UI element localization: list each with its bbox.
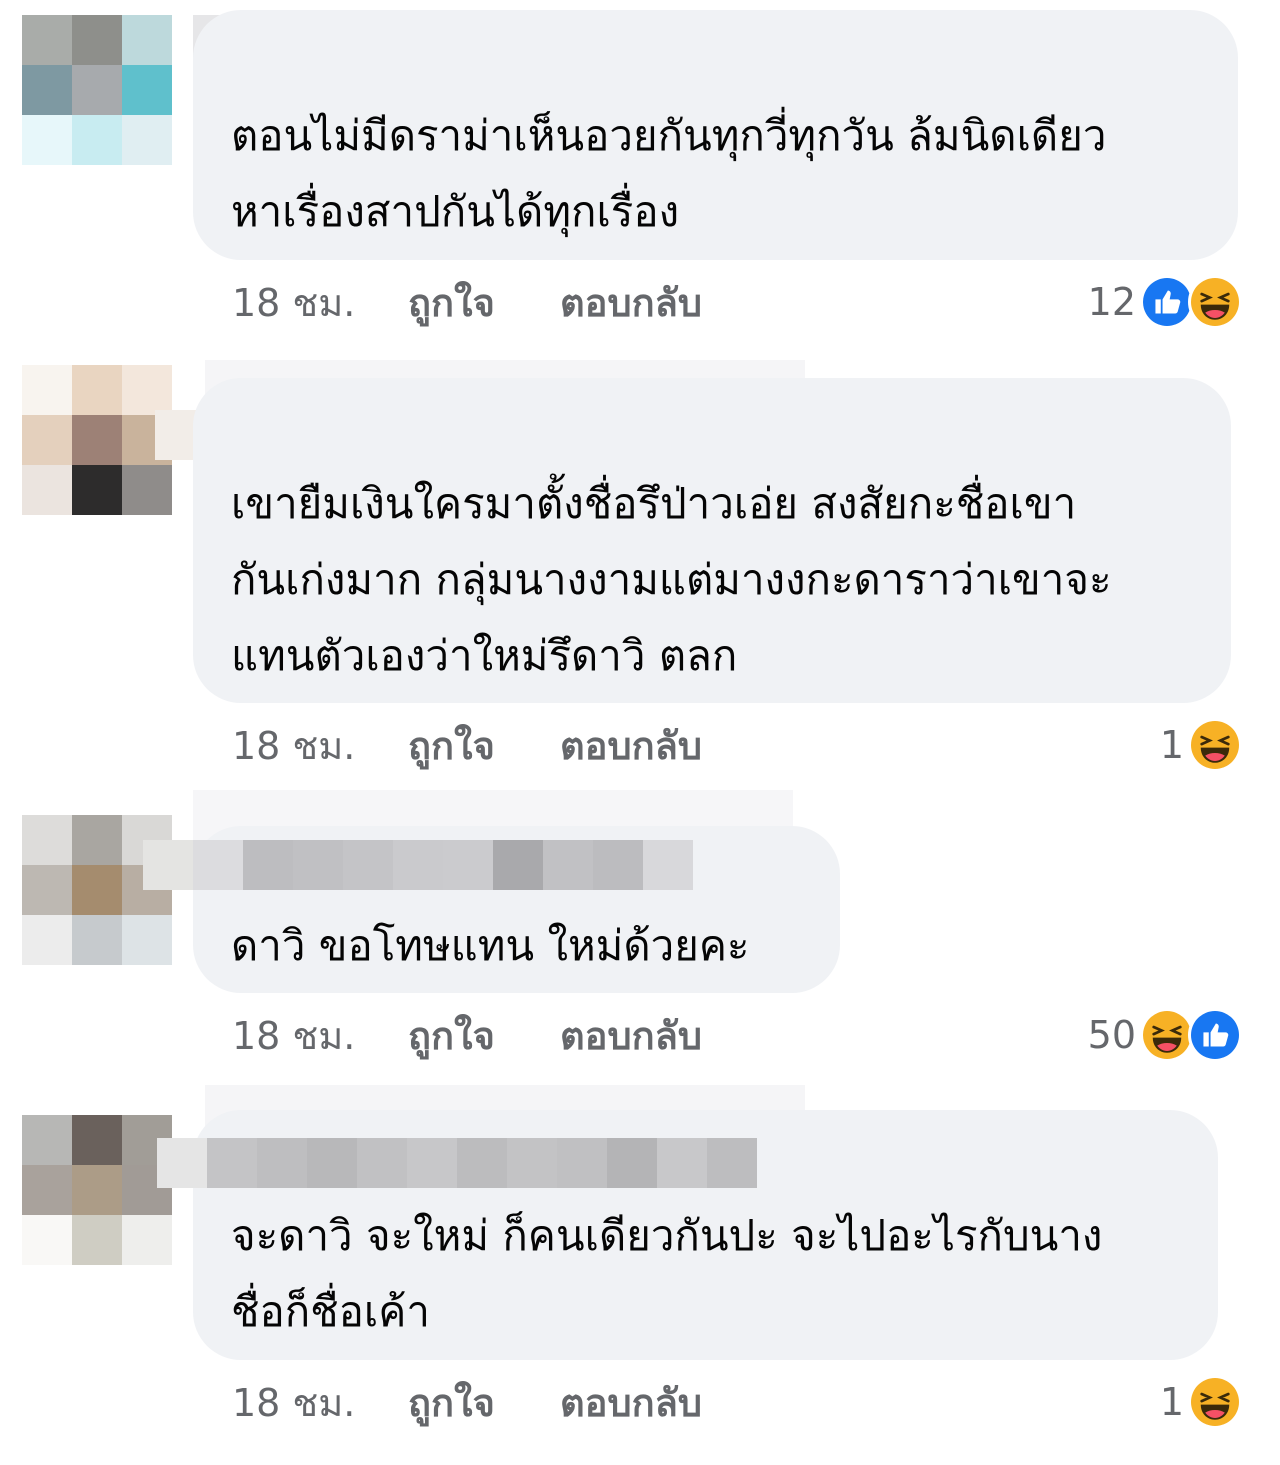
comment-text: เขายืมเงินใครมาตั้งชื่อรึป่าวเอ่ย สงสัยก…: [231, 479, 1112, 680]
reaction-count: 12: [1087, 280, 1136, 324]
reply-button[interactable]: ตอบกลับ: [560, 1372, 702, 1433]
haha-icon: [1188, 718, 1242, 772]
haha-icon: [1188, 1375, 1242, 1429]
comment-timestamp[interactable]: 18 ชม.: [232, 1372, 408, 1433]
comment-bubble: เขายืมเงินใครมาตั้งชื่อรึป่าวเอ่ย สงสัยก…: [193, 378, 1231, 703]
comment-text: ดาวิ ขอโทษแทน ใหม่ด้วยคะ: [231, 921, 750, 970]
reaction-summary[interactable]: 50: [1088, 1005, 1242, 1065]
reaction-count: 1: [1159, 723, 1184, 767]
like-button[interactable]: ถูกใจ: [408, 272, 560, 333]
comment-text: จะดาวิ จะใหม่ ก็คนเดียวกันปะ จะไปอะไรกับ…: [231, 1211, 1103, 1336]
reaction-count: 50: [1087, 1013, 1136, 1057]
avatar[interactable]: [22, 1115, 172, 1265]
reply-button[interactable]: ตอบกลับ: [560, 1005, 702, 1066]
reaction-summary[interactable]: 1: [1160, 1372, 1242, 1432]
comments-page: ตอนไม่มีดราม่าเห็นอวยกันทุกวี่ทุกวัน ล้ม…: [0, 0, 1280, 1465]
comment-actions: 18 ชม. ถูกใจ ตอบกลับ: [232, 272, 702, 332]
reaction-summary[interactable]: 1: [1160, 715, 1242, 775]
comment-bubble: ตอนไม่มีดราม่าเห็นอวยกันทุกวี่ทุกวัน ล้ม…: [193, 10, 1238, 260]
like-icon: [1140, 275, 1194, 329]
commenter-name[interactable]: [157, 1138, 757, 1188]
comment-text: ตอนไม่มีดราม่าเห็นอวยกันทุกวี่ทุกวัน ล้ม…: [231, 111, 1107, 236]
comment-timestamp[interactable]: 18 ชม.: [232, 272, 408, 333]
avatar[interactable]: [22, 365, 172, 515]
comment-actions: 18 ชม. ถูกใจ ตอบกลับ: [232, 1372, 702, 1432]
reaction-count: 1: [1159, 1380, 1184, 1424]
like-button[interactable]: ถูกใจ: [408, 715, 560, 776]
comment-actions: 18 ชม. ถูกใจ ตอบกลับ: [232, 1005, 702, 1065]
like-button[interactable]: ถูกใจ: [408, 1372, 560, 1433]
haha-icon: [1188, 275, 1242, 329]
reply-button[interactable]: ตอบกลับ: [560, 272, 702, 333]
comment-timestamp[interactable]: 18 ชม.: [232, 1005, 408, 1066]
like-button[interactable]: ถูกใจ: [408, 1005, 560, 1066]
avatar[interactable]: [22, 15, 172, 165]
haha-icon: [1140, 1008, 1194, 1062]
like-icon: [1188, 1008, 1242, 1062]
comment-timestamp[interactable]: 18 ชม.: [232, 715, 408, 776]
comment-actions: 18 ชม. ถูกใจ ตอบกลับ: [232, 715, 702, 775]
reply-button[interactable]: ตอบกลับ: [560, 715, 702, 776]
reaction-summary[interactable]: 12: [1088, 272, 1242, 332]
commenter-name[interactable]: [143, 840, 693, 890]
avatar[interactable]: [22, 815, 172, 965]
